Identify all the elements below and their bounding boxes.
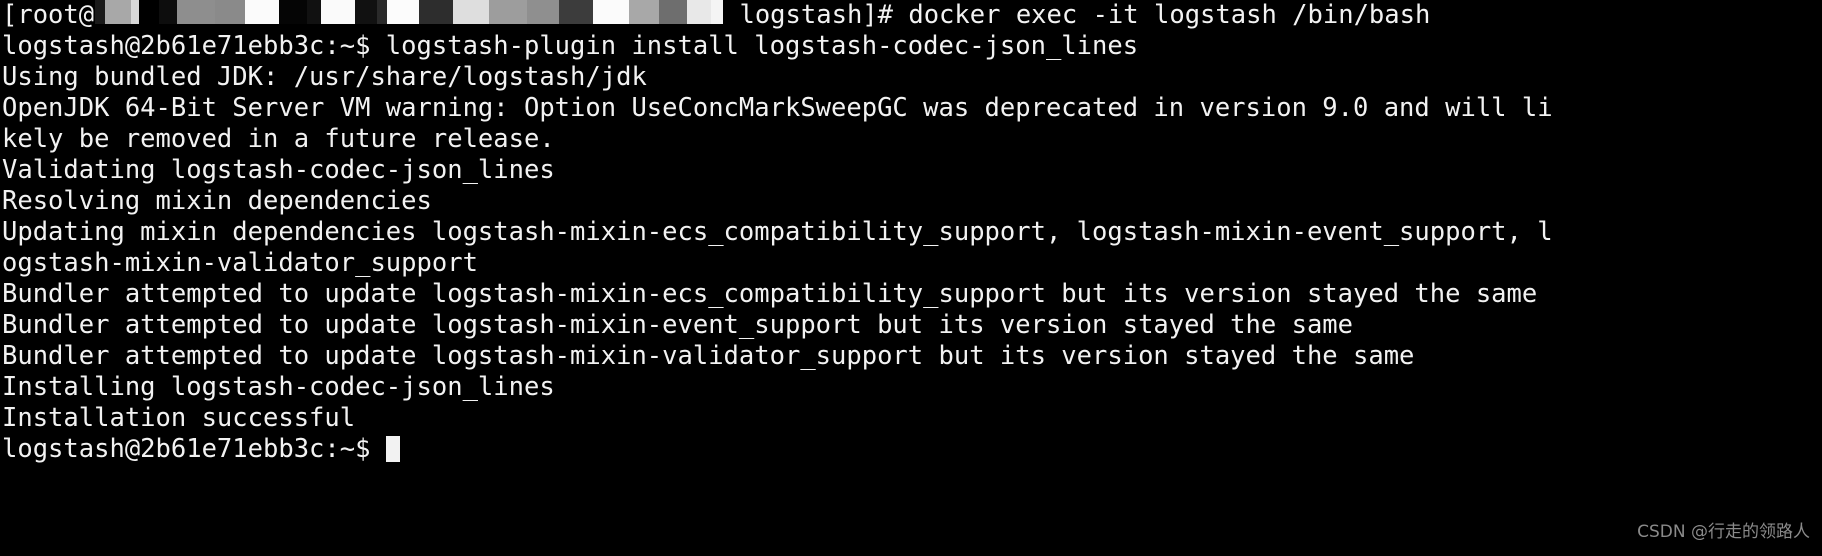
prompt-user-prefix: [root@ [2,0,95,30]
redaction-block [559,0,594,24]
prompt-command-text: logstash]# docker exec -it logstash /bin… [724,0,1431,30]
terminal-line-bundler-ecs: Bundler attempted to update logstash-mix… [2,279,1538,309]
terminal-line-jvm-warning: OpenJDK 64-Bit Server VM warning: Option… [2,93,1553,123]
redaction-block [659,0,688,24]
redaction-block [419,0,454,24]
terminal-line-bundler-validator: Bundler attempted to update logstash-mix… [2,341,1415,371]
redaction-block [629,0,660,24]
redaction-block [355,0,378,24]
terminal-line-bundler-event: Bundler attempted to update logstash-mix… [2,310,1354,340]
redaction-block [711,0,724,24]
terminal-line-installing: Installing logstash-codec-json_lines [2,372,555,402]
terminal-line-validating: Validating logstash-codec-json_lines [2,155,555,185]
redaction-block [489,0,528,24]
redaction-block [527,0,560,24]
terminal-line-prompt-command: [root@ logstash]# docker exec -it logsta… [2,0,1822,31]
redaction-block [593,0,630,24]
terminal-line-updating: Updating mixin dependencies logstash-mix… [2,217,1553,247]
redaction-block [279,0,308,24]
redacted-hostname [95,0,724,24]
terminal-line-jvm-warning-cont: kely be removed in a future release. [2,124,555,154]
final-prompt-text: logstash@2b61e71ebb3c:~$ [2,434,386,464]
redaction-block [387,0,420,24]
terminal-line-installation-successful: Installation successful [2,403,356,433]
redaction-block [159,0,178,24]
redaction-block [377,0,388,24]
redaction-block [245,0,280,24]
redaction-block [453,0,490,24]
redaction-block [321,0,356,24]
redaction-block [307,0,322,24]
terminal-line-container-prompt: logstash@2b61e71ebb3c:~$ logstash-plugin… [2,31,1139,61]
redaction-block [687,0,712,24]
text-cursor [385,436,400,462]
csdn-watermark: CSDN @行走的领路人 [1637,522,1810,542]
terminal-line-resolving: Resolving mixin dependencies [2,186,432,216]
terminal-line-final-prompt[interactable]: logstash@2b61e71ebb3c:~$ [2,434,1822,465]
redaction-block [131,0,140,24]
redaction-block [177,0,216,24]
redaction-block [215,0,246,24]
redaction-block [95,0,106,24]
terminal-line-updating-cont: ogstash-mixin-validator_support [2,248,478,278]
terminal-window[interactable]: [root@ logstash]# docker exec -it logsta… [0,0,1822,556]
terminal-line-using-jdk: Using bundled JDK: /usr/share/logstash/j… [2,62,647,92]
redaction-block [105,0,132,24]
redaction-block [139,0,160,24]
